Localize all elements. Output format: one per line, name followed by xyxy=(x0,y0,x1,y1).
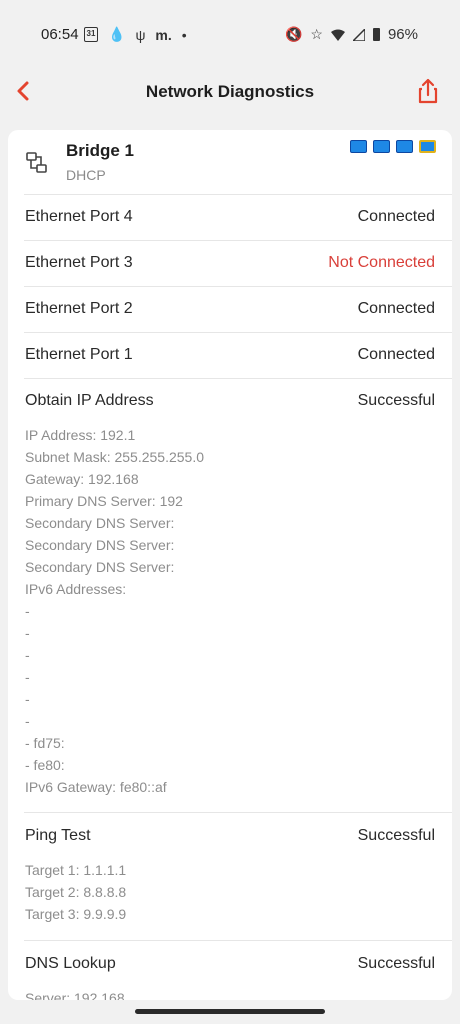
detail-line: IPv6 Addresses: xyxy=(25,581,127,597)
detail-line: - xyxy=(25,603,30,619)
status-time: 06:54 xyxy=(41,26,79,43)
detail-line: - xyxy=(25,713,30,729)
detail-line: - xyxy=(25,647,30,663)
divider xyxy=(24,812,452,813)
dns-row: DNS Lookup Successful xyxy=(8,942,452,986)
detail-line: Secondary DNS Server: xyxy=(25,515,175,531)
dns-status: Successful xyxy=(357,955,435,972)
obtain-ip-details: IP Address: 192.1 Subnet Mask: 255.255.2… xyxy=(25,424,436,798)
port-row: Ethernet Port 3 Not Connected xyxy=(8,241,452,285)
port-led-icon xyxy=(396,140,413,153)
port-row: Ethernet Port 2 Connected xyxy=(8,287,452,331)
detail-line: Primary DNS Server: 192 xyxy=(25,493,183,509)
carrier-icon: m. xyxy=(155,26,172,43)
battery-icon xyxy=(372,28,380,41)
more-notifications-dot: • xyxy=(181,26,187,43)
port-led-icon xyxy=(419,140,436,153)
status-system-icons: 🔇 ☆ 96% xyxy=(285,26,418,43)
wifi-icon xyxy=(330,29,345,41)
detail-line: Gateway: 192.168 xyxy=(25,471,139,487)
detail-line: Target 1: 1.1.1.1 xyxy=(25,862,127,878)
gesture-nav-handle[interactable] xyxy=(135,1009,325,1014)
detail-line: - fe80: xyxy=(25,757,65,773)
signal-icon xyxy=(352,28,365,41)
detail-line: - fd75: xyxy=(25,735,65,751)
bridge-mode: DHCP xyxy=(66,167,106,183)
detail-line: - xyxy=(25,691,30,707)
port-status: Connected xyxy=(357,346,435,363)
flame-icon: 💧 xyxy=(108,26,126,42)
mute-icon: 🔇 xyxy=(284,26,303,42)
port-row: Ethernet Port 4 Connected xyxy=(8,195,452,239)
ping-status: Successful xyxy=(357,827,435,844)
obtain-ip-label: Obtain IP Address xyxy=(25,392,154,409)
detail-line: - xyxy=(25,625,30,641)
port-label: Ethernet Port 2 xyxy=(25,300,133,317)
obtain-ip-status: Successful xyxy=(357,392,435,409)
ping-row: Ping Test Successful xyxy=(8,814,452,858)
calendar-icon: 31 xyxy=(84,27,98,42)
bridge-name: Bridge 1 xyxy=(66,141,135,160)
divider xyxy=(24,940,452,941)
detail-line: Secondary DNS Server: xyxy=(25,537,175,553)
status-notification-icons: 31 💧 ψ m. • xyxy=(84,26,187,43)
detail-line: Target 2: 8.8.8.8 xyxy=(25,884,127,900)
bridge-header: Bridge 1 DHCP xyxy=(8,130,452,194)
port-led-icon xyxy=(373,140,390,153)
dns-details: Server: 192.168 xyxy=(25,987,436,1000)
detail-line: IP Address: 192.1 xyxy=(25,427,136,443)
status-bar: 06:54 31 💧 ψ m. • 🔇 ☆ 96% xyxy=(0,0,460,68)
dns-label: DNS Lookup xyxy=(25,955,116,972)
network-devices-icon xyxy=(26,152,47,173)
star-icon: ☆ xyxy=(310,26,323,42)
detail-line: Server: 192.168 xyxy=(25,990,125,1000)
port-led-icon xyxy=(350,140,367,153)
detail-line: - xyxy=(25,669,30,685)
detail-line: IPv6 Gateway: fe80::af xyxy=(25,779,167,795)
app-notification-icon: ψ xyxy=(135,26,146,43)
battery-percent: 96% xyxy=(387,26,418,43)
ping-label: Ping Test xyxy=(25,827,91,844)
port-label: Ethernet Port 1 xyxy=(25,346,133,363)
port-status-leds xyxy=(350,140,436,153)
port-status: Connected xyxy=(357,208,435,225)
obtain-ip-row: Obtain IP Address Successful xyxy=(8,379,452,423)
port-label: Ethernet Port 3 xyxy=(25,254,133,271)
port-label: Ethernet Port 4 xyxy=(25,208,133,225)
app-bar: Network Diagnostics xyxy=(0,68,460,114)
detail-line: Subnet Mask: 255.255.255.0 xyxy=(25,449,205,465)
ping-details: Target 1: 1.1.1.1 Target 2: 8.8.8.8 Targ… xyxy=(25,859,436,925)
page-title: Network Diagnostics xyxy=(145,82,315,101)
share-icon xyxy=(418,78,438,104)
diagnostics-card: Bridge 1 DHCP Ethernet Port 4 Connected … xyxy=(8,130,452,1000)
port-row: Ethernet Port 1 Connected xyxy=(8,333,452,377)
port-status: Not Connected xyxy=(328,254,435,271)
detail-line: Secondary DNS Server: xyxy=(25,559,175,575)
share-button[interactable] xyxy=(412,74,444,108)
port-status: Connected xyxy=(357,300,435,317)
detail-line: Target 3: 9.9.9.9 xyxy=(25,906,127,922)
